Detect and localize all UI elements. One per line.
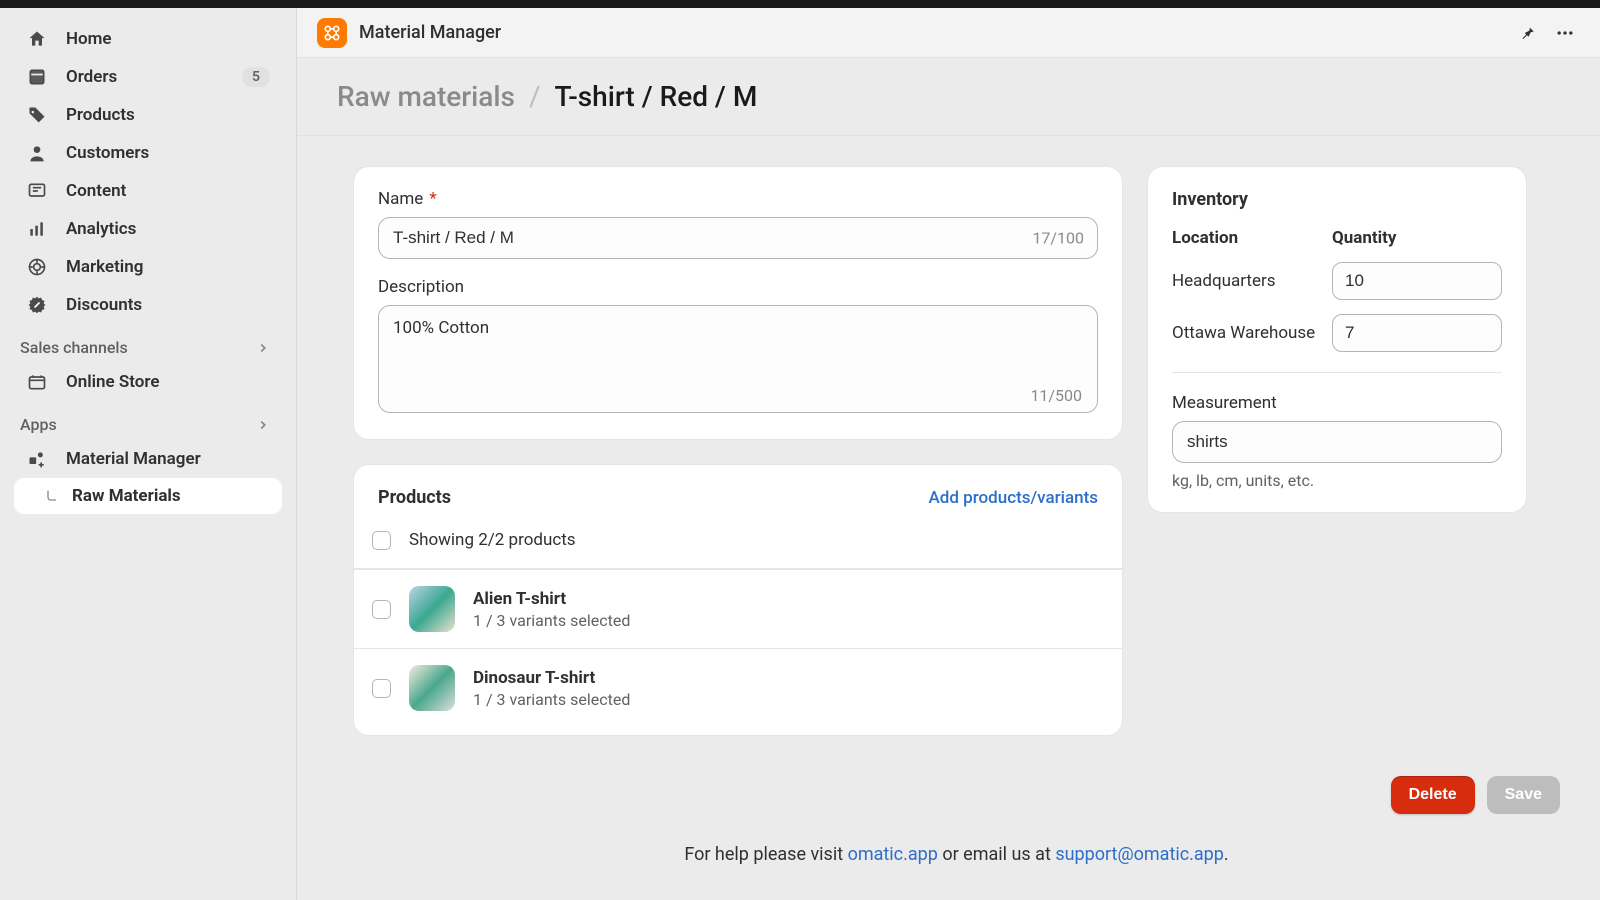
inventory-quantity-col: Quantity: [1332, 228, 1502, 248]
home-icon: [26, 28, 48, 50]
orders-badge: 5: [242, 67, 270, 87]
sidebar: Home Orders 5 Products Customers C: [0, 8, 296, 900]
delete-button[interactable]: Delete: [1391, 776, 1475, 814]
chevron-right-icon: [256, 341, 270, 355]
sidebar-item-orders[interactable]: Orders 5: [14, 58, 282, 96]
content-col: Material Manager Raw materials / T-shirt…: [296, 8, 1600, 900]
sidebar-item-label: Online Store: [66, 372, 160, 392]
sidebar-item-content[interactable]: Content: [14, 172, 282, 210]
sidebar-item-material-manager[interactable]: Material Manager: [14, 440, 282, 478]
sidebar-item-label: Material Manager: [66, 449, 201, 469]
orders-icon: [26, 66, 48, 88]
discounts-icon: [26, 294, 48, 316]
inventory-heading: Inventory: [1172, 189, 1502, 210]
product-row: Dinosaur T-shirt 1 / 3 variants selected: [354, 648, 1122, 727]
sidebar-item-label: Raw Materials: [72, 486, 181, 506]
inventory-location-name: Headquarters: [1172, 271, 1332, 291]
add-products-link[interactable]: Add products/variants: [929, 488, 1098, 508]
breadcrumb: Raw materials / T-shirt / Red / M: [297, 58, 1600, 136]
measurement-label: Measurement: [1172, 393, 1502, 413]
select-all-checkbox[interactable]: [372, 531, 391, 550]
required-asterisk: *: [429, 189, 436, 209]
product-checkbox[interactable]: [372, 679, 391, 698]
sidebar-item-label: Orders: [66, 67, 117, 87]
material-manager-icon: [26, 448, 48, 470]
app-title: Material Manager: [359, 22, 501, 43]
footer-help-suffix: .: [1224, 844, 1229, 865]
topbar-dark: [0, 0, 1600, 8]
inventory-card: Inventory Location Quantity Headquarters…: [1147, 166, 1527, 513]
main-row: Home Orders 5 Products Customers C: [0, 8, 1600, 900]
inventory-location-col: Location: [1172, 228, 1332, 248]
description-label: Description: [378, 277, 1098, 297]
sidebar-item-marketing[interactable]: Marketing: [14, 248, 282, 286]
customers-icon: [26, 142, 48, 164]
showing-products-text: Showing 2/2 products: [409, 530, 576, 550]
marketing-icon: [26, 256, 48, 278]
products-card: Products Add products/variants Showing 2…: [353, 464, 1123, 736]
online-store-icon: [26, 371, 48, 393]
breadcrumb-root[interactable]: Raw materials: [337, 80, 515, 113]
sidebar-item-label: Analytics: [66, 219, 136, 239]
product-thumb: [409, 586, 455, 632]
sidebar-item-discounts[interactable]: Discounts: [14, 286, 282, 324]
product-row: Alien T-shirt 1 / 3 variants selected: [354, 569, 1122, 648]
breadcrumb-separator: /: [529, 80, 541, 113]
pin-icon[interactable]: [1514, 20, 1540, 46]
footer-help: For help please visit omatic.app or emai…: [353, 834, 1560, 900]
product-variants-text: 1 / 3 variants selected: [473, 690, 630, 709]
sidebar-item-online-store[interactable]: Online Store: [14, 363, 282, 401]
sidebar-item-label: Customers: [66, 143, 149, 163]
sidebar-section-apps[interactable]: Apps: [14, 401, 282, 440]
footer-help-prefix: For help please visit: [684, 844, 847, 865]
products-icon: [26, 104, 48, 126]
product-checkbox[interactable]: [372, 600, 391, 619]
app-header: Material Manager: [297, 8, 1600, 58]
tree-branch-icon: [44, 488, 60, 504]
product-variants-text: 1 / 3 variants selected: [473, 611, 630, 630]
name-label: Name: [378, 189, 423, 209]
name-input[interactable]: [378, 217, 1098, 259]
inventory-quantity-input[interactable]: [1332, 262, 1502, 300]
name-description-card: Name * 17/100 Description 11/500: [353, 166, 1123, 440]
product-title: Alien T-shirt: [473, 589, 630, 609]
sidebar-section-sales-channels[interactable]: Sales channels: [14, 324, 282, 363]
product-title: Dinosaur T-shirt: [473, 668, 630, 688]
section-label: Apps: [20, 415, 57, 434]
sidebar-item-label: Marketing: [66, 257, 143, 277]
sidebar-item-analytics[interactable]: Analytics: [14, 210, 282, 248]
inventory-location-name: Ottawa Warehouse: [1172, 323, 1332, 343]
footer-help-link-site[interactable]: omatic.app: [848, 844, 938, 865]
app-logo: [317, 18, 347, 48]
page-scroll: Name * 17/100 Description 11/500: [297, 136, 1600, 900]
sidebar-item-label: Products: [66, 105, 135, 125]
breadcrumb-current: T-shirt / Red / M: [555, 80, 758, 113]
sidebar-item-customers[interactable]: Customers: [14, 134, 282, 172]
products-heading: Products: [378, 487, 451, 508]
description-input[interactable]: [378, 305, 1098, 413]
measurement-input[interactable]: [1172, 421, 1502, 463]
section-label: Sales channels: [20, 338, 128, 357]
actions-row: Delete Save: [353, 776, 1560, 834]
sidebar-item-products[interactable]: Products: [14, 96, 282, 134]
chevron-right-icon: [256, 418, 270, 432]
footer-help-link-email[interactable]: support@omatic.app: [1055, 844, 1224, 865]
measurement-help-text: kg, lb, cm, units, etc.: [1172, 471, 1502, 490]
sidebar-item-raw-materials[interactable]: Raw Materials: [14, 478, 282, 514]
analytics-icon: [26, 218, 48, 240]
sidebar-item-label: Discounts: [66, 295, 142, 315]
save-button[interactable]: Save: [1487, 776, 1560, 814]
more-icon[interactable]: [1552, 20, 1578, 46]
content-icon: [26, 180, 48, 202]
sidebar-item-label: Home: [66, 29, 112, 49]
product-thumb: [409, 665, 455, 711]
footer-help-mid: or email us at: [938, 844, 1055, 865]
inventory-quantity-input[interactable]: [1332, 314, 1502, 352]
sidebar-item-home[interactable]: Home: [14, 20, 282, 58]
sidebar-item-label: Content: [66, 181, 126, 201]
